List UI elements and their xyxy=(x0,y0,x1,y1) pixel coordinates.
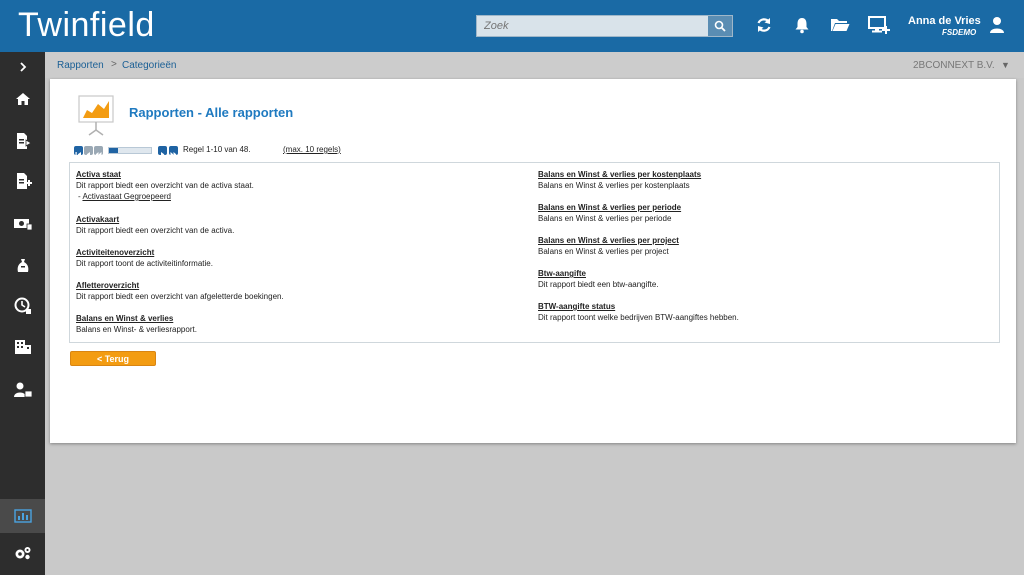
user-name[interactable]: Anna de Vries xyxy=(908,15,981,27)
list-item: Btw-aangifte Dit rapport biedt een btw-a… xyxy=(538,268,958,290)
content-panel: Rapporten - Alle rapporten Regel 1-10 va… xyxy=(50,79,1016,443)
first-page-icon xyxy=(75,152,81,157)
list-item: Afletteroverzicht Dit rapport biedt een … xyxy=(76,280,496,302)
cash-icon xyxy=(13,219,32,231)
expand-icon xyxy=(19,62,26,72)
user-icon xyxy=(990,17,1004,33)
sidebar-item-settings[interactable] xyxy=(0,538,45,568)
invoice-in-icon xyxy=(16,173,32,189)
search-input[interactable] xyxy=(477,16,708,36)
home-icon xyxy=(15,93,30,105)
company-selector[interactable]: 2BCONNEXT B.V. xyxy=(913,60,995,71)
report-link[interactable]: Balans en Winst & verlies per kostenplaa… xyxy=(538,169,958,180)
sidebar-item-sales[interactable] xyxy=(0,126,45,156)
report-link[interactable]: Balans en Winst & verlies xyxy=(76,313,496,324)
bell-icon xyxy=(795,18,809,34)
report-sub-item: - Activastaat Gegroepeerd xyxy=(78,192,171,201)
report-description: Balans en Winst & verlies per periode xyxy=(538,214,672,223)
folder-icon xyxy=(831,19,850,31)
list-item: Activiteitenoverzicht Dit rapport toont … xyxy=(76,247,496,269)
list-item: Balans en Winst & verlies per kostenplaa… xyxy=(538,169,958,191)
app-logo[interactable]: Twinfield xyxy=(18,6,155,45)
user-lock-icon xyxy=(13,382,32,398)
building-icon xyxy=(14,340,31,354)
report-link[interactable]: Activiteitenoverzicht xyxy=(76,247,496,258)
double-chevron-right-icon xyxy=(170,152,177,157)
invoice-out-icon xyxy=(16,133,32,149)
list-item: Balans en Winst & verlies per project Ba… xyxy=(538,235,958,257)
user-office-code: FSDEMO xyxy=(942,28,977,37)
prev-page-button[interactable] xyxy=(84,146,93,157)
report-description: Balans en Winst & verlies per kostenplaa… xyxy=(538,181,690,190)
reports-icon xyxy=(13,509,32,523)
report-description: Dit rapport biedt een overzicht van de a… xyxy=(76,226,235,235)
page-title: Rapporten - Alle rapporten xyxy=(129,105,294,120)
sidebar xyxy=(0,52,45,575)
report-link[interactable]: Balans en Winst & verlies per project xyxy=(538,235,958,246)
sidebar-item-companies[interactable] xyxy=(0,332,45,362)
sidebar-item-payments[interactable] xyxy=(0,251,45,281)
pager-status: Regel 1-10 van 48. xyxy=(183,145,251,154)
monitor-add-icon xyxy=(868,16,890,34)
pager-max-rows-link[interactable]: (max. 10 regels) xyxy=(283,145,341,154)
list-item: Activa staat Dit rapport biedt een overz… xyxy=(76,169,496,202)
report-description: Dit rapport toont welke bedrijven BTW-aa… xyxy=(538,313,739,322)
report-sub-link[interactable]: Activastaat Gegroepeerd xyxy=(82,192,171,201)
report-link[interactable]: Afletteroverzicht xyxy=(76,280,496,291)
notifications-button[interactable] xyxy=(791,14,813,36)
clock-icon xyxy=(14,297,31,314)
search-box xyxy=(476,15,733,37)
sidebar-expand[interactable] xyxy=(0,52,45,82)
report-list: Activa staat Dit rapport biedt een overz… xyxy=(69,162,1000,343)
money-bag-icon xyxy=(17,259,28,272)
double-chevron-left-icon xyxy=(95,152,102,157)
sidebar-item-reports[interactable] xyxy=(0,499,45,533)
report-description: Balans en Winst & verlies per project xyxy=(538,247,669,256)
sidebar-item-home[interactable] xyxy=(0,84,45,114)
list-item: Activakaart Dit rapport biedt een overzi… xyxy=(76,214,496,236)
last-page-button[interactable] xyxy=(169,146,178,157)
documents-button[interactable] xyxy=(829,14,851,36)
sidebar-item-purchase[interactable] xyxy=(0,166,45,196)
report-link[interactable]: Activa staat xyxy=(76,169,496,180)
breadcrumb-reports[interactable]: Rapporten xyxy=(57,60,104,71)
pager-progress xyxy=(108,147,152,154)
sidebar-item-cash[interactable] xyxy=(0,209,45,239)
back-button[interactable]: < Terug xyxy=(70,351,156,366)
report-description: Balans en Winst- & verliesrapport. xyxy=(76,325,197,334)
new-screen-button[interactable] xyxy=(868,14,890,36)
list-item: Balans en Winst & verlies per periode Ba… xyxy=(538,202,958,224)
report-description: Dit rapport biedt een overzicht van de a… xyxy=(76,181,254,190)
breadcrumb-separator: > xyxy=(111,59,117,70)
report-link[interactable]: Btw-aangifte xyxy=(538,268,958,279)
settings-icon xyxy=(15,547,30,560)
list-item: BTW-aangifte status Dit rapport toont we… xyxy=(538,301,958,323)
report-link[interactable]: Balans en Winst & verlies per periode xyxy=(538,202,958,213)
chevron-left-icon xyxy=(86,152,90,157)
chevron-right-icon xyxy=(161,152,165,157)
breadcrumb-bar: Rapporten > Categorieën 2BCONNEXT B.V. ▼ xyxy=(45,52,1024,78)
refresh-icon xyxy=(757,18,771,32)
top-bar: Twinfield Anna de Vries FSDEMO xyxy=(0,0,1024,52)
first-page-button[interactable] xyxy=(74,146,83,157)
sidebar-item-time[interactable] xyxy=(0,291,45,321)
report-description: Dit rapport biedt een btw-aangifte. xyxy=(538,280,659,289)
report-description: Dit rapport toont de activiteitinformati… xyxy=(76,259,213,268)
report-link[interactable]: BTW-aangifte status xyxy=(538,301,958,312)
sidebar-item-users[interactable] xyxy=(0,375,45,405)
presentation-chart-icon xyxy=(78,95,114,136)
next-page-button[interactable] xyxy=(158,146,167,157)
search-icon xyxy=(714,20,726,32)
pager-progress-fill xyxy=(109,148,118,153)
user-menu-button[interactable] xyxy=(986,14,1008,36)
breadcrumb-categories[interactable]: Categorieën xyxy=(122,60,176,71)
refresh-button[interactable] xyxy=(753,14,775,36)
list-item: Balans en Winst & verlies Balans en Wins… xyxy=(76,313,496,335)
search-button[interactable] xyxy=(708,16,732,36)
chevron-down-icon[interactable]: ▼ xyxy=(1001,60,1010,70)
report-description: Dit rapport biedt een overzicht van afge… xyxy=(76,292,284,301)
prev-block-button[interactable] xyxy=(94,146,103,157)
report-link[interactable]: Activakaart xyxy=(76,214,496,225)
